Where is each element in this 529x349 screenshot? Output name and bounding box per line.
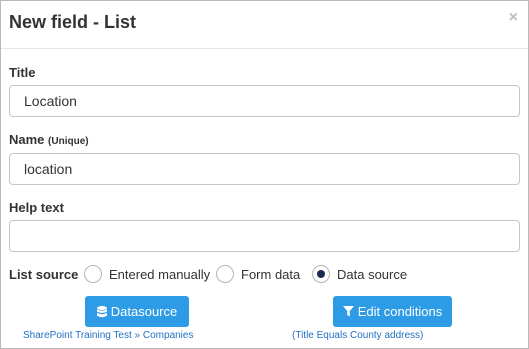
help-text-label: Help text xyxy=(9,200,64,215)
radio-circle[interactable] xyxy=(216,265,234,283)
datasource-link[interactable]: SharePoint Training Test » Companies xyxy=(23,330,193,341)
datasource-button[interactable]: Datasource xyxy=(85,296,189,327)
name-label-text: Name xyxy=(9,132,45,147)
help-text-input[interactable] xyxy=(9,220,520,252)
conditions-summary-link[interactable]: (Title Equals County address) xyxy=(292,330,423,341)
name-input[interactable] xyxy=(9,153,520,185)
filter-icon xyxy=(342,306,354,317)
radio-label: Form data xyxy=(241,267,301,282)
edit-conditions-button-label: Edit conditions xyxy=(357,304,443,319)
radio-circle-selected[interactable] xyxy=(312,265,330,283)
radio-circle[interactable] xyxy=(84,265,102,283)
list-source-label: List source xyxy=(9,267,79,282)
name-label: Name (Unique) xyxy=(9,132,89,147)
dialog-header: New field - List × xyxy=(1,1,528,49)
datasource-button-label: Datasource xyxy=(110,304,178,319)
new-field-dialog: New field - List × Title Name (Unique) H… xyxy=(0,0,529,349)
database-icon xyxy=(96,305,107,317)
name-unique-hint: (Unique) xyxy=(48,136,89,147)
radio-label: Data source xyxy=(337,267,408,282)
title-input[interactable] xyxy=(9,85,520,117)
title-label: Title xyxy=(9,65,36,80)
dialog-title: New field - List xyxy=(9,12,137,32)
close-button[interactable]: × xyxy=(509,10,518,26)
edit-conditions-button[interactable]: Edit conditions xyxy=(333,296,452,327)
radio-label: Entered manually xyxy=(109,267,211,282)
